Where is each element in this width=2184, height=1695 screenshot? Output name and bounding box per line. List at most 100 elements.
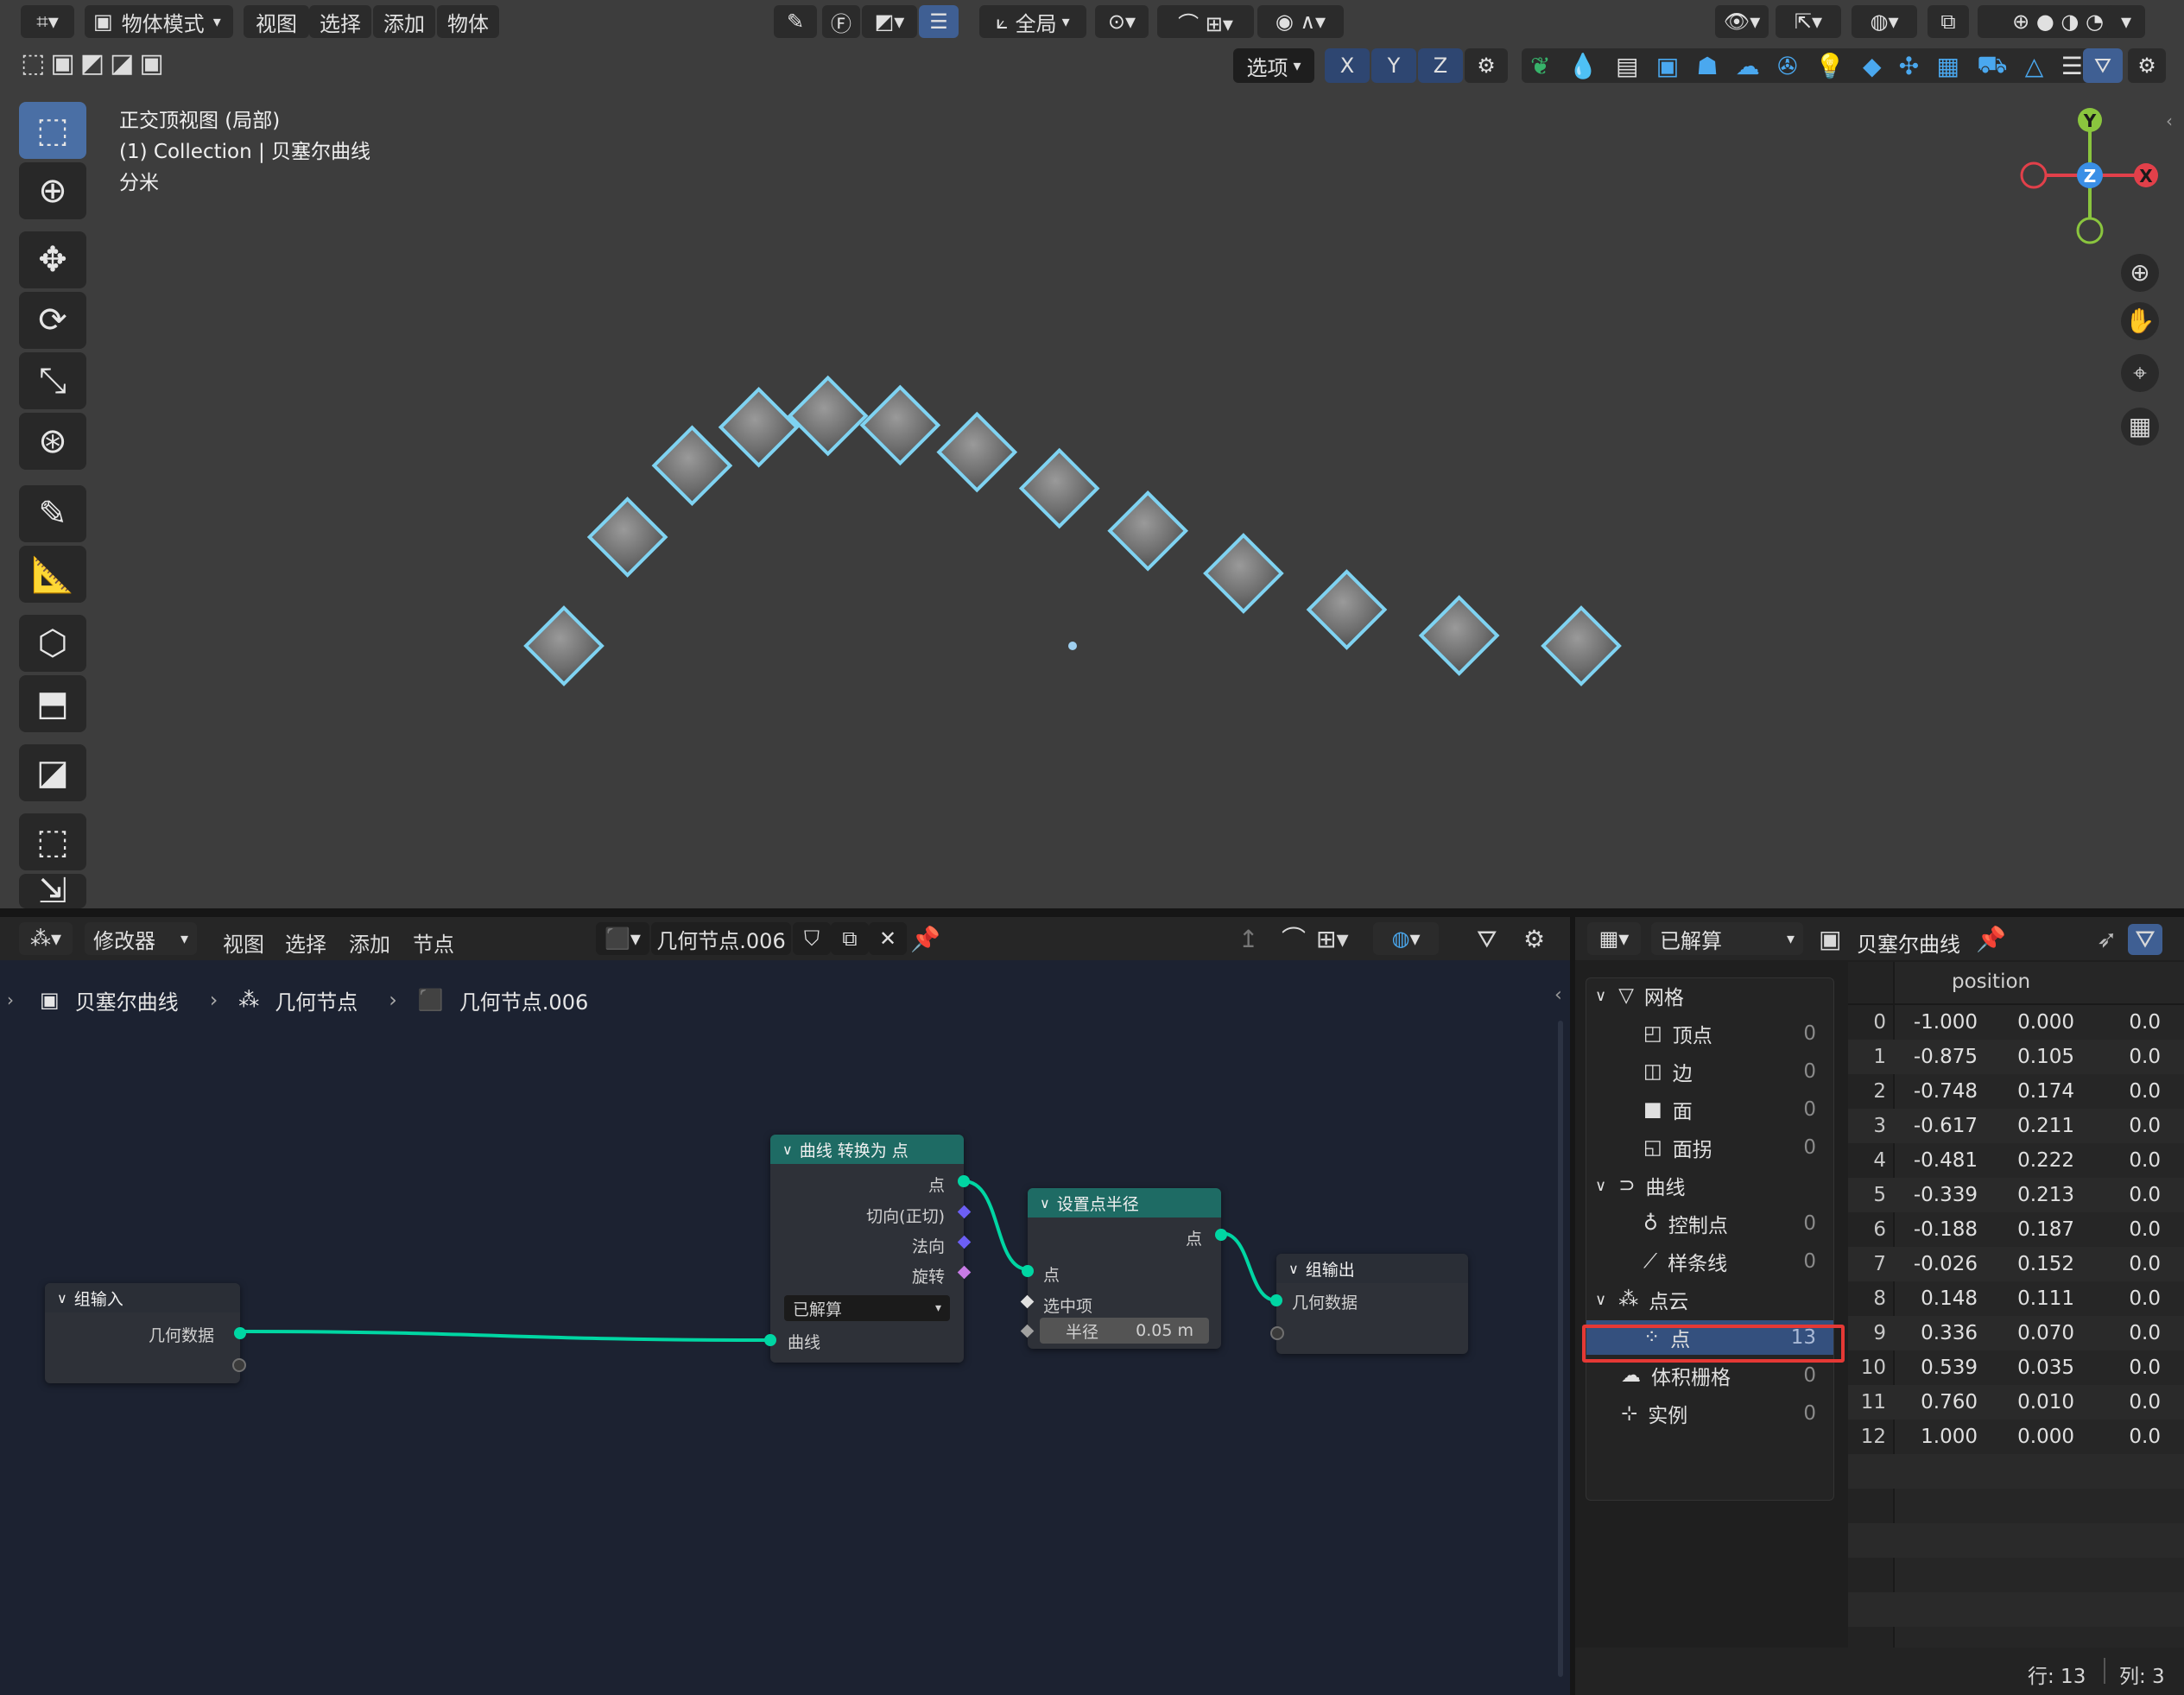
node-editor[interactable]: ⁂▾ 修改器 ▾ 视图 选择 添加 节点 ⬛▾ 几何节点.006 ⛉ ⧉ ✕ 📌… (0, 917, 1570, 1695)
chevron-down-icon[interactable]: ∨ (782, 1142, 793, 1158)
position-x-cell: 1.000 (1921, 1426, 1978, 1448)
position-z-cell: 0.0 (2129, 1287, 2161, 1310)
set-point-radius-node[interactable]: ∨ 设置点半径 点 点 选中项 半径 0.05 m (1020, 1188, 1227, 1349)
curve-to-points-node[interactable]: ∨ 曲线 转换为 点 点 切向(正切) 法向 旋转 已解算 ▾ 曲线 (764, 1135, 972, 1363)
table-row[interactable]: 1 -0.875 0.105 0.0 (1848, 1040, 2184, 1074)
row-index: 7 (1873, 1253, 1886, 1275)
node-header[interactable]: ∨ 组输出 (1276, 1254, 1468, 1283)
node-header[interactable]: ∨ 曲线 转换为 点 (770, 1135, 964, 1164)
geometry-socket[interactable] (1270, 1294, 1282, 1306)
point-instance (936, 411, 1018, 493)
table-row[interactable]: 7 -0.026 0.152 0.0 (1848, 1247, 2184, 1281)
editor-type-button[interactable]: ▦▾ (1587, 922, 1641, 955)
tree-face-corner[interactable]: ◱ 面拐 0 (1586, 1130, 1833, 1165)
node-header[interactable]: ∨ 组输入 (45, 1283, 240, 1312)
points-input-socket[interactable] (1022, 1265, 1034, 1277)
table-row[interactable]: 6 -0.188 0.187 0.0 (1848, 1212, 2184, 1247)
point-instance (1418, 595, 1500, 676)
evaluation-mode-dropdown[interactable]: 已解算 ▾ (1651, 922, 1803, 955)
row-index: 6 (1873, 1218, 1886, 1241)
position-z-cell: 0.0 (2129, 1391, 2161, 1414)
table-rows: 0 -1.000 0.000 0.0 1 -0.875 0.105 0.0 2 -0.748 0.1… (1848, 1005, 2184, 1679)
node-title: 设置点半径 (1056, 1194, 1139, 1214)
tree-mesh[interactable]: ∨ ▽ 网格 (1586, 978, 1833, 1013)
points-socket[interactable] (958, 1175, 970, 1187)
table-row[interactable]: 8 0.148 0.111 0.0 (1848, 1281, 2184, 1316)
tree-count: 0 (1803, 1060, 1816, 1083)
col-count: 列: 3 (2119, 1666, 2165, 1688)
column-header[interactable]: position (1952, 971, 2030, 993)
chevron-down-icon[interactable]: ∨ (1040, 1195, 1050, 1211)
points-output-socket[interactable] (1215, 1229, 1227, 1241)
node-header[interactable]: ∨ 设置点半径 (1028, 1188, 1221, 1217)
tree-point-cloud[interactable]: ∨ ⁂ 点云 (1586, 1282, 1833, 1317)
point-instance (859, 384, 941, 466)
selection-highlight (1582, 1325, 1845, 1363)
tree-count: 0 (1803, 1022, 1816, 1045)
tree-volume[interactable]: ☁ 体积栅格 0 (1586, 1358, 1833, 1393)
filter-icon[interactable]: ⛛ (2128, 924, 2162, 955)
viewport-3d[interactable]: ⌗▾ ▣ 物体模式 ▾ 视图 选择 添加 物体 ✎ Ⓕ ◩▾ ☰ ⟀ 全局 ▾ … (0, 0, 2184, 911)
row-index: 8 (1873, 1287, 1886, 1310)
cursor-filter-icon[interactable]: ➶ (2097, 927, 2117, 952)
empty-row (1848, 1523, 2184, 1558)
row-index: 12 (1860, 1426, 1886, 1448)
area-divider[interactable] (0, 908, 2184, 917)
table-row[interactable]: 4 -0.481 0.222 0.0 (1848, 1143, 2184, 1178)
chevron-down-icon[interactable]: ∨ (1595, 1291, 1606, 1309)
empty-row (1848, 1592, 2184, 1627)
chevron-down-icon[interactable]: ∨ (1595, 987, 1606, 1005)
tree-vertex[interactable]: ◰ 顶点 0 (1586, 1016, 1833, 1051)
empty-row (1848, 1454, 2184, 1489)
position-z-cell: 0.0 (2129, 1253, 2161, 1275)
point-instance (651, 425, 733, 507)
table-row[interactable]: 2 -0.748 0.174 0.0 (1848, 1074, 2184, 1109)
socket-label: 几何数据 (1292, 1293, 1358, 1312)
table-row[interactable]: 3 -0.617 0.211 0.0 (1848, 1109, 2184, 1143)
position-z-cell: 0.0 (2129, 1011, 2161, 1034)
tree-label: 顶点 (1672, 1025, 1712, 1047)
table-row[interactable]: 5 -0.339 0.213 0.0 (1848, 1178, 2184, 1212)
volume-icon: ☁ (1621, 1364, 1641, 1387)
tree-label: 曲线 (1645, 1177, 1686, 1199)
group-output-node[interactable]: ∨ 组输出 几何数据 (1270, 1254, 1468, 1354)
empty-socket[interactable] (232, 1358, 246, 1372)
output-points-label: 点 (1185, 1230, 1202, 1249)
table-row[interactable]: 10 0.539 0.035 0.0 (1848, 1350, 2184, 1385)
chevron-down-icon[interactable]: ∨ (1595, 1177, 1606, 1195)
row-index: 5 (1873, 1184, 1886, 1206)
tree-edge[interactable]: ◫ 边 0 (1586, 1054, 1833, 1089)
table-row[interactable]: 9 0.336 0.070 0.0 (1848, 1316, 2184, 1350)
tree-label: 网格 (1643, 987, 1684, 1009)
geometry-socket[interactable] (234, 1327, 246, 1339)
spreadsheet-table[interactable]: position 0 -1.000 0.000 0.0 1 -0.875 0.105 0.0 2… (1848, 962, 2184, 1679)
tree-curve[interactable]: ∨ ⊃ 曲线 (1586, 1168, 1833, 1203)
empty-socket[interactable] (1270, 1326, 1284, 1340)
tree-face[interactable]: ■ 面 0 (1586, 1092, 1833, 1127)
table-row[interactable]: 11 0.760 0.010 0.0 (1848, 1385, 2184, 1420)
position-x-cell: 0.760 (1921, 1391, 1978, 1414)
point-instance (787, 375, 869, 457)
chevron-down-icon[interactable]: ∨ (1288, 1261, 1299, 1277)
node-title: 组输出 (1305, 1260, 1355, 1280)
tree-label: 点云 (1649, 1291, 1689, 1313)
table-row[interactable]: 12 1.000 0.000 0.0 (1848, 1420, 2184, 1454)
spreadsheet-editor: ▦▾ 已解算 ▾ ▣ 贝塞尔曲线 📌 ➶ ⛛ ∨ ▽ 网格 ◰ 顶点 0 ◫ 边… (1575, 917, 2184, 1695)
mode-dropdown[interactable]: 已解算 ▾ (784, 1295, 950, 1321)
position-z-cell: 0.0 (2129, 1357, 2161, 1379)
group-input-node[interactable]: ∨ 组输入 几何数据 (45, 1283, 246, 1383)
tree-control-point[interactable]: ♁ 控制点 0 (1586, 1206, 1833, 1241)
tree-label: 体积栅格 (1651, 1367, 1731, 1389)
chevron-down-icon[interactable]: ∨ (57, 1290, 67, 1306)
position-z-cell: 0.0 (2129, 1322, 2161, 1344)
pin-icon[interactable]: 📌 (1976, 927, 2006, 952)
curve-icon: ⊃ (1618, 1174, 1636, 1197)
tree-instances[interactable]: ⊹ 实例 0 (1586, 1396, 1833, 1431)
curve-socket[interactable] (764, 1334, 776, 1346)
radius-field[interactable]: 半径 0.05 m (1040, 1318, 1209, 1344)
tree-spline[interactable]: ⟋ 样条线 0 (1586, 1244, 1833, 1279)
input-curve-label: 曲线 (788, 1333, 821, 1352)
edge-icon: ◫ (1643, 1060, 1662, 1083)
spline-icon: ⟋ (1643, 1250, 1658, 1273)
table-row[interactable]: 0 -1.000 0.000 0.0 (1848, 1005, 2184, 1040)
